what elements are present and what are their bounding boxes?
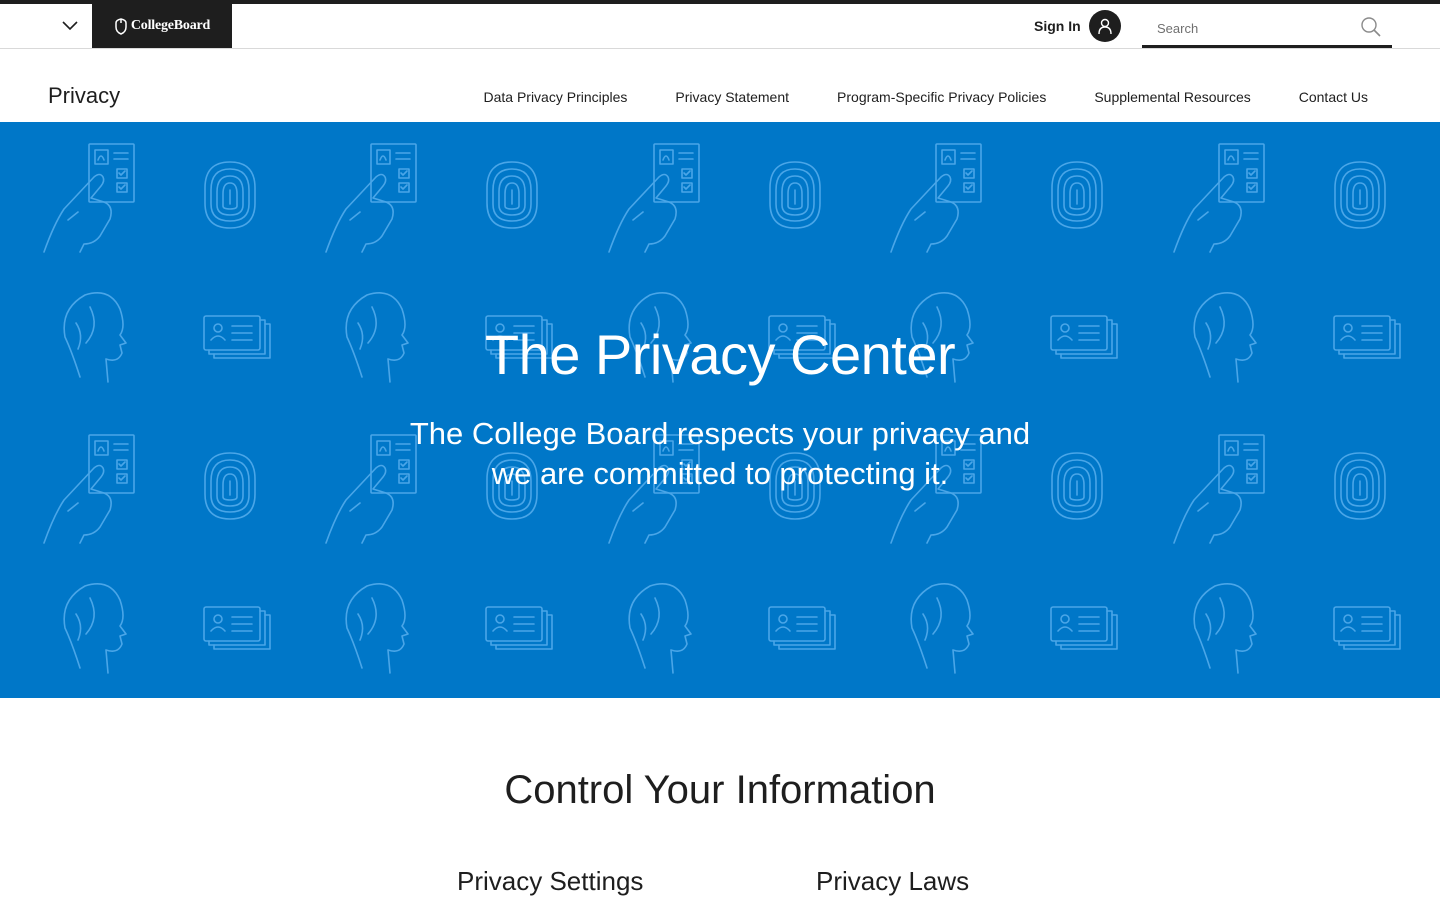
nav-link-contact-us[interactable]: Contact Us [1275, 89, 1392, 105]
site-title[interactable]: Privacy [48, 83, 120, 109]
global-header: CollegeBoard Sign In [0, 0, 1440, 49]
search-input[interactable] [1142, 10, 1352, 46]
search-button[interactable] [1358, 14, 1384, 40]
menu-toggle-button[interactable] [52, 8, 88, 44]
acorn-shield-icon [115, 17, 127, 35]
sign-in-label: Sign In [1034, 18, 1081, 34]
nav-link-privacy-statement[interactable]: Privacy Statement [651, 89, 813, 105]
hero-banner: The Privacy Center The College Board res… [0, 122, 1440, 698]
nav-link-data-privacy-principles[interactable]: Data Privacy Principles [459, 89, 651, 105]
search-box [1142, 10, 1392, 48]
chevron-down-icon [62, 21, 78, 31]
collegeboard-logo[interactable]: CollegeBoard [92, 4, 232, 48]
sign-in-button[interactable]: Sign In [1034, 9, 1121, 43]
hero-pattern [43, 143, 1401, 674]
nav-link-supplemental-resources[interactable]: Supplemental Resources [1070, 89, 1274, 105]
nav-links: Data Privacy Principles Privacy Statemen… [459, 89, 1392, 105]
logo-text: CollegeBoard [130, 18, 211, 33]
user-icon [1097, 18, 1112, 35]
card-title-privacy-laws[interactable]: Privacy Laws [816, 866, 969, 897]
avatar [1088, 10, 1121, 42]
hero-title: The Privacy Center [484, 323, 956, 386]
hero-subtitle: The College Board respects your privacy … [409, 416, 1031, 491]
section-title: Control Your Information [504, 768, 936, 812]
card-title-privacy-settings[interactable]: Privacy Settings [457, 866, 643, 897]
search-icon [1361, 17, 1381, 37]
nav-link-program-specific-policies[interactable]: Program-Specific Privacy Policies [813, 89, 1070, 105]
local-nav: Privacy Data Privacy Principles Privacy … [0, 49, 1440, 122]
